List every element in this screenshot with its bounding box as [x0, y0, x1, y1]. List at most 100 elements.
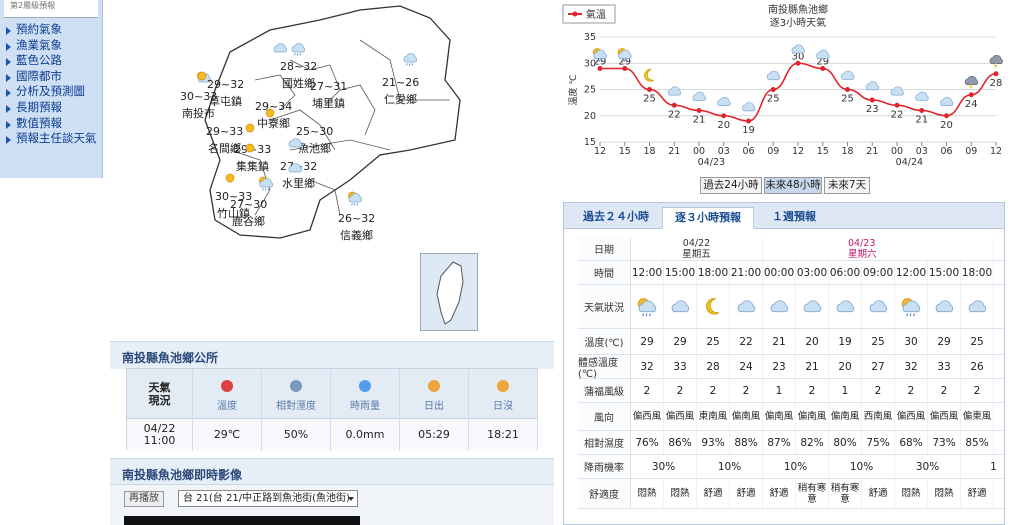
x-tick-label: 00: [693, 146, 705, 157]
row-label: 風向: [578, 403, 631, 430]
map-township-3[interactable]: 埔里鎮: [312, 95, 345, 111]
sun-icon: [220, 170, 240, 189]
cloud-icon: [742, 102, 756, 112]
x-tick-label: 12: [792, 146, 804, 157]
cloud-icon: [791, 44, 805, 54]
station-col-label: 相對溼度: [276, 401, 316, 412]
forecast-time-cell: 21:00: [730, 261, 763, 284]
forecast-row-dir: 風向 偏西風 偏西風 東南風 偏南風 偏南風 偏南風 偏南風 西南風 偏西風 偏西風 偏東風: [578, 403, 1004, 431]
camera-select[interactable]: 台 21(台 21/中正路到魚池街(魚池街): [178, 490, 358, 507]
cloud-icon: [940, 96, 954, 106]
forecast-comfort-cell: 悶熱: [928, 479, 961, 508]
forecast-time-cell: 18:00: [697, 261, 730, 284]
forecast-temp-cell: 25: [961, 329, 994, 354]
menu-item-reservation-weather[interactable]: 預約氣象: [6, 22, 100, 38]
forecast-feels-cell: 32: [895, 355, 928, 378]
menu-item-label: 數值預報: [16, 115, 62, 130]
data-point[interactable]: [746, 118, 751, 124]
data-label: 25: [643, 94, 656, 105]
sunrise-icon: [400, 369, 468, 397]
map-temp-11: 27~30: [230, 198, 268, 211]
sun-icon: [240, 140, 260, 159]
forecast-comfort-cell: 悶熱: [895, 479, 928, 508]
menu-item-forecaster-talk[interactable]: 預報主任談天氣: [6, 131, 100, 147]
map-township-4[interactable]: 仁愛鄉: [384, 91, 417, 107]
row-label: 相對濕度: [578, 431, 631, 454]
menu-item-analysis-charts[interactable]: 分析及預測圖: [6, 84, 100, 100]
data-point[interactable]: [869, 97, 875, 103]
map-township-1[interactable]: 草屯鎮: [209, 93, 242, 109]
forecast-temp-cell: 29: [928, 329, 961, 354]
station-col-label: 時雨量: [350, 401, 380, 412]
data-point[interactable]: [770, 87, 776, 92]
forecast-dir-cell: 偏西風: [631, 403, 664, 430]
row-label: 舒適度: [578, 479, 631, 508]
menu-item-long-range[interactable]: 長期預報: [6, 100, 100, 116]
station-time-cell: 天氣 現況 04/22 11:00: [127, 369, 193, 451]
forecast-panel: 過去２４小時 逐３小時預報 １週預報 日期 04/22 星期五 04/23 星期六 時間 1…: [563, 202, 1005, 525]
tab-3hour-forecast[interactable]: 逐３小時預報: [662, 207, 754, 229]
cloud-icon: [717, 96, 731, 106]
next-7d-button[interactable]: 未來7天: [824, 177, 870, 194]
sun-icon: [260, 105, 280, 124]
menu-item-numerical[interactable]: 數值預報: [6, 116, 100, 132]
y-tick-label: 25: [584, 85, 596, 96]
data-point[interactable]: [944, 113, 949, 119]
forecast-wind-cell: 2: [664, 379, 697, 402]
data-point[interactable]: [993, 71, 999, 77]
data-label: 20: [717, 120, 730, 131]
station-col-header: 日沒: [469, 369, 537, 419]
row-label: 蒲福風級: [578, 379, 631, 402]
cloud-icon: [890, 86, 904, 96]
forecast-time-cell: 12:00: [895, 261, 928, 284]
menu-item-fishery-weather[interactable]: 漁業氣象: [6, 38, 100, 54]
menu-bullet-icon: [6, 104, 11, 113]
data-point[interactable]: [721, 113, 727, 119]
forecast-hum-cell: 75%: [862, 431, 895, 454]
station-col-4: 日沒 18:21: [469, 369, 538, 451]
x-tick-label: 12: [594, 146, 606, 157]
forecast-wind-cell: 2: [730, 379, 763, 402]
forecast-row-temp: 溫度(℃) 29 29 25 22 21 20 19 25 30 29 25: [578, 329, 1004, 355]
station-col-label: 溫度: [217, 401, 237, 412]
forecast-hum-cell: 73%: [928, 431, 961, 454]
past-24h-button[interactable]: 過去24小時: [700, 177, 762, 194]
sunset-icon: [469, 369, 537, 397]
station-observation-table: 天氣 現況 04/22 11:00 溫度 29℃ 相對溼度 50% 時雨量 0.…: [126, 368, 538, 451]
x-tick-label: 09: [965, 146, 977, 157]
map-township-12[interactable]: 信義鄉: [340, 227, 373, 243]
data-point[interactable]: [968, 92, 974, 98]
replay-button[interactable]: 再播放: [124, 491, 164, 507]
temperature-chart: 氣溫 南投縣魚池鄉 逐3小時天氣 溫度 ℃ 15 20 25 30 35 12 15 18 21 00 03…: [558, 0, 1008, 170]
cloud-icon: [961, 285, 994, 328]
data-point[interactable]: [894, 102, 900, 108]
map-township-7[interactable]: 集集鎮: [236, 158, 269, 174]
data-point[interactable]: [845, 87, 850, 92]
forecast-dir-cell: 偏西風: [664, 403, 697, 430]
tab-past-24h[interactable]: 過去２４小時: [570, 207, 662, 229]
forecast-temp-cell: 20: [796, 329, 829, 354]
menu-item-international-cities[interactable]: 國際都市: [6, 69, 100, 85]
cloud-icon: [270, 40, 290, 59]
moon-icon: [644, 69, 655, 82]
rain-icon: [288, 40, 308, 59]
chart-legend[interactable]: 氣溫: [562, 4, 616, 24]
forecast-row-date: 日期 04/22 星期五 04/23 星期六: [578, 237, 1004, 261]
sun-icon: [240, 120, 260, 139]
data-point[interactable]: [919, 108, 925, 113]
rain-prob-cell: 10%: [697, 455, 763, 478]
forecast-row-feels: 體感溫度(℃) 32 33 28 24 23 21 20 27 32 33 26: [578, 355, 1004, 380]
tab-weekly-forecast[interactable]: １週預報: [754, 207, 834, 229]
data-point[interactable]: [647, 87, 652, 92]
menu-bullet-icon: [6, 58, 11, 67]
sun-rain-icon: [256, 175, 276, 194]
map-township-11[interactable]: 鹿谷鄉: [232, 213, 265, 229]
data-point[interactable]: [671, 102, 677, 108]
station-col-0: 溫度 29℃: [193, 369, 262, 451]
forecast-hum-cell: 80%: [829, 431, 862, 454]
camera-title: 南投縣魚池鄉即時影像: [110, 458, 554, 486]
next-48h-button[interactable]: 未來48小時: [764, 177, 822, 194]
data-point[interactable]: [696, 108, 702, 113]
menu-item-blue-highway[interactable]: 藍色公路: [6, 53, 100, 69]
menu-top-link[interactable]: 第2層級預報: [4, 0, 98, 18]
